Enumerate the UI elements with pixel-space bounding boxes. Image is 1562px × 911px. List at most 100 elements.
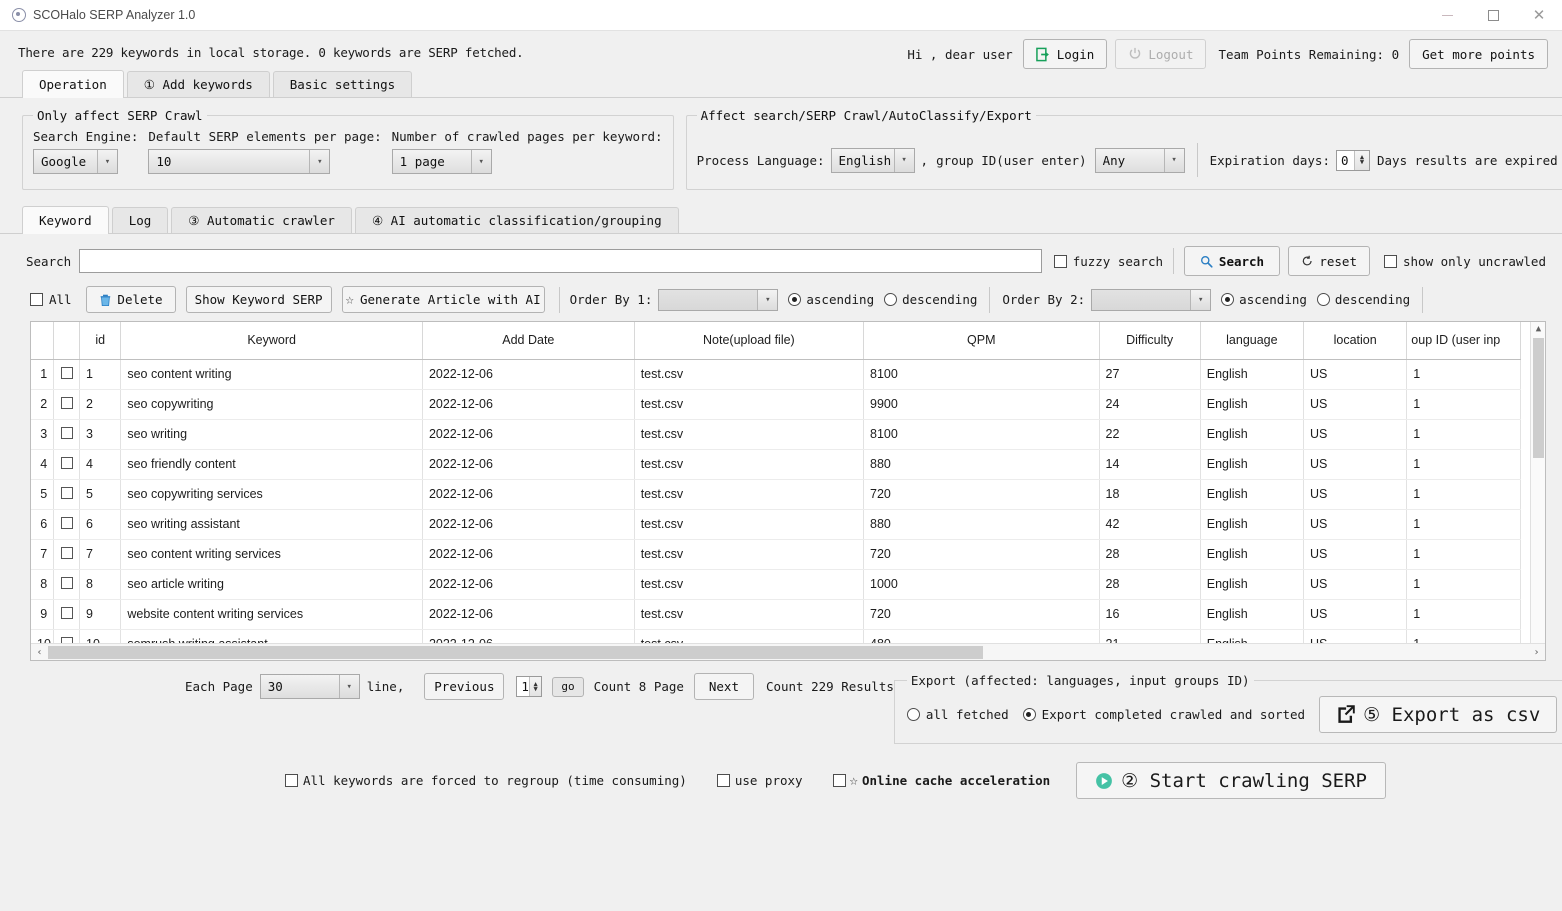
logout-button[interactable]: Logout	[1115, 39, 1207, 69]
crawled-pages-select[interactable]: 1 page ▾	[391, 149, 492, 174]
table-row[interactable]: 7 7 seo content writing services 2022-12-06…	[31, 539, 1521, 570]
spinner-arrows-icon[interactable]: ▲ ▼	[528, 677, 542, 696]
go-button[interactable]: go	[552, 676, 584, 697]
start-crawling-button[interactable]: ② Start crawling SERP	[1076, 762, 1386, 799]
reset-button[interactable]: reset	[1288, 246, 1370, 276]
row-checkbox-box[interactable]	[60, 426, 73, 439]
spinner-arrows-icon[interactable]: ▲ ▼	[1354, 150, 1369, 170]
table-row[interactable]: 3 3 seo writing 2022-12-06 test.csv 8100 22 Eng…	[31, 419, 1521, 450]
order-by-2-descending-radio[interactable]	[1316, 293, 1330, 306]
col-checkbox[interactable]	[53, 322, 81, 360]
expiration-days-stepper[interactable]: 0 ▲ ▼	[1336, 149, 1370, 171]
table-vertical-scrollbar[interactable]: ▲ ▼	[1530, 322, 1545, 660]
minimize-button[interactable]	[1424, 0, 1470, 31]
export-all-fetched-radio[interactable]	[906, 708, 920, 721]
keyword-grid: id Keyword Add Date Note(upload file) QP…	[31, 322, 1521, 660]
scroll-right-icon[interactable]: ›	[1528, 644, 1545, 660]
page-number-stepper[interactable]: 1 ▲ ▼	[516, 676, 543, 697]
table-row[interactable]: 1 1 seo content writing 2022-12-06 test.csv 8…	[31, 359, 1521, 390]
each-page-select[interactable]: 30 ▾	[259, 674, 360, 699]
col-location[interactable]: location	[1303, 322, 1408, 360]
next-page-button[interactable]: Next	[693, 673, 754, 700]
table-row[interactable]: 2 2 seo copywriting 2022-12-06 test.csv 9900 2…	[31, 389, 1521, 420]
search-input[interactable]	[79, 249, 1042, 273]
row-checkbox[interactable]	[53, 359, 81, 390]
table-row[interactable]: 9 9 website content writing services 2022-1…	[31, 599, 1521, 630]
account-bar: Hi , dear user Login Logout Team Points …	[907, 39, 1548, 69]
col-note[interactable]: Note(upload file)	[634, 322, 865, 360]
fuzzy-search-checkbox[interactable]	[1053, 254, 1067, 268]
search-engine-value: Google	[41, 154, 87, 169]
order-by-1-ascending-radio[interactable]	[788, 293, 802, 306]
row-checkbox-box[interactable]	[60, 576, 73, 589]
chevron-down-icon: ▾	[338, 675, 359, 698]
row-checkbox-box[interactable]	[60, 606, 73, 619]
online-cache-checkbox[interactable]	[832, 774, 846, 787]
row-checkbox[interactable]	[53, 389, 81, 420]
tab-operation[interactable]: Operation	[22, 70, 124, 98]
row-checkbox[interactable]	[53, 419, 81, 450]
row-checkbox-box[interactable]	[60, 456, 73, 469]
scroll-up-icon[interactable]: ▲	[1531, 322, 1545, 337]
tab-add-keywords[interactable]: ① Add keywords	[126, 71, 270, 97]
col-language[interactable]: language	[1200, 322, 1305, 360]
table-row[interactable]: 6 6 seo writing assistant 2022-12-06 test.cs…	[31, 509, 1521, 540]
row-checkbox-box[interactable]	[60, 396, 73, 409]
col-id[interactable]: id	[79, 322, 122, 360]
search-engine-select[interactable]: Google ▾	[33, 149, 118, 174]
select-all-checkbox[interactable]	[30, 293, 43, 306]
row-checkbox-box[interactable]	[60, 486, 73, 499]
order-by-2-select[interactable]: ▾	[1091, 288, 1212, 311]
delete-button[interactable]: Delete	[85, 286, 176, 313]
row-checkbox[interactable]	[53, 479, 81, 510]
scroll-left-icon[interactable]: ‹	[31, 644, 48, 660]
group-id-select[interactable]: Any ▾	[1094, 147, 1185, 173]
cell-keyword: seo writing assistant	[120, 509, 423, 540]
export-csv-button[interactable]: ⑤ Export as csv	[1319, 696, 1558, 733]
get-more-points-button[interactable]: Get more points	[1409, 39, 1548, 69]
subtab-automatic-crawler[interactable]: ③ Automatic crawler	[171, 207, 352, 233]
row-checkbox[interactable]	[53, 449, 81, 480]
search-button[interactable]: Search	[1184, 246, 1280, 276]
col-keyword[interactable]: Keyword	[120, 322, 423, 360]
vertical-scroll-thumb[interactable]	[1533, 338, 1544, 458]
row-checkbox[interactable]	[53, 569, 81, 600]
col-rownum[interactable]	[31, 322, 55, 360]
col-add-date[interactable]: Add Date	[422, 322, 635, 360]
order-by-2-ascending-radio[interactable]	[1221, 293, 1235, 306]
subtab-ai-classification[interactable]: ④ AI automatic classification/grouping	[354, 207, 679, 233]
table-row[interactable]: 5 5 seo copywriting services 2022-12-06 test…	[31, 479, 1521, 510]
previous-page-button[interactable]: Previous	[424, 673, 505, 700]
row-checkbox[interactable]	[53, 539, 81, 570]
generate-article-button[interactable]: ☆ Generate Article with AI	[341, 286, 545, 313]
login-button[interactable]: Login	[1022, 39, 1108, 69]
tab-basic-settings[interactable]: Basic settings	[272, 71, 413, 97]
table-row[interactable]: 8 8 seo article writing 2022-12-06 test.csv 1…	[31, 569, 1521, 600]
col-group-id[interactable]: oup ID (user inp	[1406, 322, 1521, 360]
row-checkbox-box[interactable]	[60, 546, 73, 559]
subtab-keyword[interactable]: Keyword	[22, 206, 109, 234]
row-checkbox[interactable]	[53, 599, 81, 630]
close-button[interactable]: ✕	[1516, 0, 1562, 31]
order-by-1-select[interactable]: ▾	[658, 288, 779, 311]
use-proxy-checkbox[interactable]	[716, 774, 730, 787]
order-by-1-descending-radio[interactable]	[884, 293, 898, 306]
horizontal-scroll-thumb[interactable]	[48, 646, 983, 659]
export-completed-radio[interactable]	[1022, 708, 1036, 721]
show-keyword-serp-button[interactable]: Show Keyword SERP	[185, 286, 332, 313]
group-id-value: Any	[1102, 152, 1126, 168]
table-row[interactable]: 4 4 seo friendly content 2022-12-06 test.csv…	[31, 449, 1521, 480]
row-checkbox[interactable]	[53, 509, 81, 540]
subtab-log[interactable]: Log	[111, 207, 169, 233]
serp-elements-select[interactable]: 10 ▾	[148, 149, 331, 174]
keyword-table[interactable]: id Keyword Add Date Note(upload file) QP…	[30, 321, 1546, 661]
regroup-checkbox[interactable]	[285, 774, 298, 787]
table-horizontal-scrollbar[interactable]: ‹ ›	[31, 643, 1545, 660]
row-checkbox-box[interactable]	[60, 366, 73, 379]
process-language-select[interactable]: English ▾	[830, 147, 915, 173]
maximize-button[interactable]	[1470, 0, 1516, 31]
col-difficulty[interactable]: Difficulty	[1099, 322, 1201, 360]
show-uncrawled-checkbox[interactable]	[1384, 254, 1397, 268]
row-checkbox-box[interactable]	[60, 516, 73, 529]
col-qpm[interactable]: QPM	[863, 322, 1100, 360]
